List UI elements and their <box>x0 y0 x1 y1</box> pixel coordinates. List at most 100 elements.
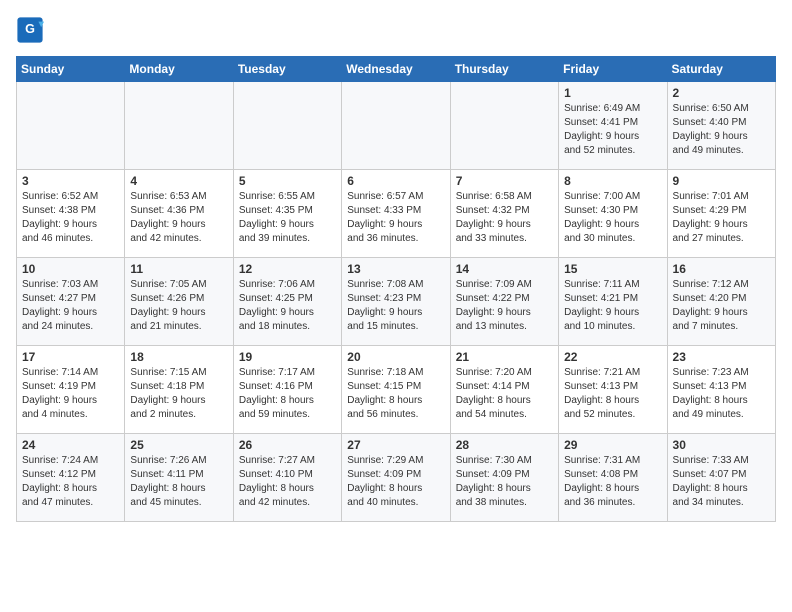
weekday-header-sunday: Sunday <box>17 57 125 82</box>
calendar-cell: 15 Sunrise: 7:11 AM Sunset: 4:21 PM Dayli… <box>559 258 667 346</box>
day-number: 9 <box>673 174 770 188</box>
day-info: Sunrise: 7:30 AM Sunset: 4:09 PM Dayligh… <box>456 454 553 510</box>
day-number: 24 <box>22 438 119 452</box>
calendar-cell: 22 Sunrise: 7:21 AM Sunset: 4:13 PM Dayli… <box>559 346 667 434</box>
calendar-cell <box>17 82 125 170</box>
day-info: Sunrise: 6:53 AM Sunset: 4:36 PM Dayligh… <box>130 190 227 246</box>
day-info: Sunrise: 7:24 AM Sunset: 4:12 PM Dayligh… <box>22 454 119 510</box>
day-info: Sunrise: 7:03 AM Sunset: 4:27 PM Dayligh… <box>22 278 119 334</box>
day-number: 8 <box>564 174 661 188</box>
calendar-table: SundayMondayTuesdayWednesdayThursdayFrid… <box>16 56 776 522</box>
calendar-cell: 3 Sunrise: 6:52 AM Sunset: 4:38 PM Daylig… <box>17 170 125 258</box>
day-info: Sunrise: 7:23 AM Sunset: 4:13 PM Dayligh… <box>673 366 770 422</box>
day-number: 27 <box>347 438 444 452</box>
calendar-header: SundayMondayTuesdayWednesdayThursdayFrid… <box>17 57 776 82</box>
day-info: Sunrise: 7:08 AM Sunset: 4:23 PM Dayligh… <box>347 278 444 334</box>
calendar-week-2: 3 Sunrise: 6:52 AM Sunset: 4:38 PM Daylig… <box>17 170 776 258</box>
weekday-header-friday: Friday <box>559 57 667 82</box>
calendar-week-5: 24 Sunrise: 7:24 AM Sunset: 4:12 PM Dayli… <box>17 434 776 522</box>
day-info: Sunrise: 7:00 AM Sunset: 4:30 PM Dayligh… <box>564 190 661 246</box>
day-info: Sunrise: 6:50 AM Sunset: 4:40 PM Dayligh… <box>673 102 770 158</box>
calendar-cell: 7 Sunrise: 6:58 AM Sunset: 4:32 PM Daylig… <box>450 170 558 258</box>
weekday-header-saturday: Saturday <box>667 57 775 82</box>
day-info: Sunrise: 7:18 AM Sunset: 4:15 PM Dayligh… <box>347 366 444 422</box>
calendar-cell: 11Sunrise: 7:05 AM Sunset: 4:26 PM Dayli… <box>125 258 233 346</box>
day-number: 25 <box>130 438 227 452</box>
calendar-cell: 18Sunrise: 7:15 AM Sunset: 4:18 PM Dayli… <box>125 346 233 434</box>
calendar-week-1: 1 Sunrise: 6:49 AM Sunset: 4:41 PM Daylig… <box>17 82 776 170</box>
calendar-cell: 5 Sunrise: 6:55 AM Sunset: 4:35 PM Daylig… <box>233 170 341 258</box>
calendar-cell: 24 Sunrise: 7:24 AM Sunset: 4:12 PM Dayli… <box>17 434 125 522</box>
day-number: 21 <box>456 350 553 364</box>
day-info: Sunrise: 7:09 AM Sunset: 4:22 PM Dayligh… <box>456 278 553 334</box>
day-number: 7 <box>456 174 553 188</box>
day-number: 22 <box>564 350 661 364</box>
calendar-week-3: 10 Sunrise: 7:03 AM Sunset: 4:27 PM Dayli… <box>17 258 776 346</box>
calendar-cell: 28 Sunrise: 7:30 AM Sunset: 4:09 PM Dayli… <box>450 434 558 522</box>
day-info: Sunrise: 7:31 AM Sunset: 4:08 PM Dayligh… <box>564 454 661 510</box>
calendar-cell: 17 Sunrise: 7:14 AM Sunset: 4:19 PM Dayli… <box>17 346 125 434</box>
day-number: 6 <box>347 174 444 188</box>
calendar-cell: 26 Sunrise: 7:27 AM Sunset: 4:10 PM Dayli… <box>233 434 341 522</box>
calendar-cell: 16Sunrise: 7:12 AM Sunset: 4:20 PM Dayli… <box>667 258 775 346</box>
weekday-header-wednesday: Wednesday <box>342 57 450 82</box>
day-info: Sunrise: 6:55 AM Sunset: 4:35 PM Dayligh… <box>239 190 336 246</box>
day-info: Sunrise: 7:05 AM Sunset: 4:26 PM Dayligh… <box>130 278 227 334</box>
day-info: Sunrise: 7:29 AM Sunset: 4:09 PM Dayligh… <box>347 454 444 510</box>
day-info: Sunrise: 6:49 AM Sunset: 4:41 PM Dayligh… <box>564 102 661 158</box>
day-info: Sunrise: 7:11 AM Sunset: 4:21 PM Dayligh… <box>564 278 661 334</box>
day-number: 4 <box>130 174 227 188</box>
calendar-cell: 30 Sunrise: 7:33 AM Sunset: 4:07 PM Dayli… <box>667 434 775 522</box>
weekday-header-tuesday: Tuesday <box>233 57 341 82</box>
calendar-cell: 9 Sunrise: 7:01 AM Sunset: 4:29 PM Daylig… <box>667 170 775 258</box>
day-info: Sunrise: 7:33 AM Sunset: 4:07 PM Dayligh… <box>673 454 770 510</box>
day-number: 29 <box>564 438 661 452</box>
calendar-cell: 14 Sunrise: 7:09 AM Sunset: 4:22 PM Dayli… <box>450 258 558 346</box>
calendar-cell: 23 Sunrise: 7:23 AM Sunset: 4:13 PM Dayli… <box>667 346 775 434</box>
day-number: 20 <box>347 350 444 364</box>
day-info: Sunrise: 7:14 AM Sunset: 4:19 PM Dayligh… <box>22 366 119 422</box>
day-number: 14 <box>456 262 553 276</box>
calendar-cell: 13 Sunrise: 7:08 AM Sunset: 4:23 PM Dayli… <box>342 258 450 346</box>
day-number: 1 <box>564 86 661 100</box>
day-info: Sunrise: 7:21 AM Sunset: 4:13 PM Dayligh… <box>564 366 661 422</box>
calendar-cell: 27 Sunrise: 7:29 AM Sunset: 4:09 PM Dayli… <box>342 434 450 522</box>
day-info: Sunrise: 7:27 AM Sunset: 4:10 PM Dayligh… <box>239 454 336 510</box>
day-info: Sunrise: 7:17 AM Sunset: 4:16 PM Dayligh… <box>239 366 336 422</box>
calendar-cell: 2Sunrise: 6:50 AM Sunset: 4:40 PM Daylig… <box>667 82 775 170</box>
day-info: Sunrise: 7:26 AM Sunset: 4:11 PM Dayligh… <box>130 454 227 510</box>
day-number: 17 <box>22 350 119 364</box>
day-info: Sunrise: 7:12 AM Sunset: 4:20 PM Dayligh… <box>673 278 770 334</box>
calendar-cell <box>233 82 341 170</box>
calendar-cell: 29 Sunrise: 7:31 AM Sunset: 4:08 PM Dayli… <box>559 434 667 522</box>
calendar-cell: 20 Sunrise: 7:18 AM Sunset: 4:15 PM Dayli… <box>342 346 450 434</box>
day-number: 3 <box>22 174 119 188</box>
day-info: Sunrise: 6:52 AM Sunset: 4:38 PM Dayligh… <box>22 190 119 246</box>
day-number: 30 <box>673 438 770 452</box>
calendar-cell: 12 Sunrise: 7:06 AM Sunset: 4:25 PM Dayli… <box>233 258 341 346</box>
calendar-cell: 4 Sunrise: 6:53 AM Sunset: 4:36 PM Daylig… <box>125 170 233 258</box>
calendar-cell: 8 Sunrise: 7:00 AM Sunset: 4:30 PM Daylig… <box>559 170 667 258</box>
calendar-cell <box>342 82 450 170</box>
day-info: Sunrise: 6:57 AM Sunset: 4:33 PM Dayligh… <box>347 190 444 246</box>
calendar-cell: 10 Sunrise: 7:03 AM Sunset: 4:27 PM Dayli… <box>17 258 125 346</box>
day-number: 23 <box>673 350 770 364</box>
calendar-cell: 25 Sunrise: 7:26 AM Sunset: 4:11 PM Dayli… <box>125 434 233 522</box>
day-info: Sunrise: 7:06 AM Sunset: 4:25 PM Dayligh… <box>239 278 336 334</box>
day-number: 28 <box>456 438 553 452</box>
day-number: 12 <box>239 262 336 276</box>
day-number: 26 <box>239 438 336 452</box>
day-number: 10 <box>22 262 119 276</box>
day-number: 13 <box>347 262 444 276</box>
calendar-cell: 1 Sunrise: 6:49 AM Sunset: 4:41 PM Daylig… <box>559 82 667 170</box>
day-info: Sunrise: 6:58 AM Sunset: 4:32 PM Dayligh… <box>456 190 553 246</box>
calendar-cell: 6 Sunrise: 6:57 AM Sunset: 4:33 PM Daylig… <box>342 170 450 258</box>
day-number: 19 <box>239 350 336 364</box>
calendar-cell: 21Sunrise: 7:20 AM Sunset: 4:14 PM Dayli… <box>450 346 558 434</box>
logo: G <box>16 16 48 44</box>
day-number: 15 <box>564 262 661 276</box>
day-number: 5 <box>239 174 336 188</box>
day-info: Sunrise: 7:15 AM Sunset: 4:18 PM Dayligh… <box>130 366 227 422</box>
day-info: Sunrise: 7:01 AM Sunset: 4:29 PM Dayligh… <box>673 190 770 246</box>
logo-icon: G <box>16 16 44 44</box>
